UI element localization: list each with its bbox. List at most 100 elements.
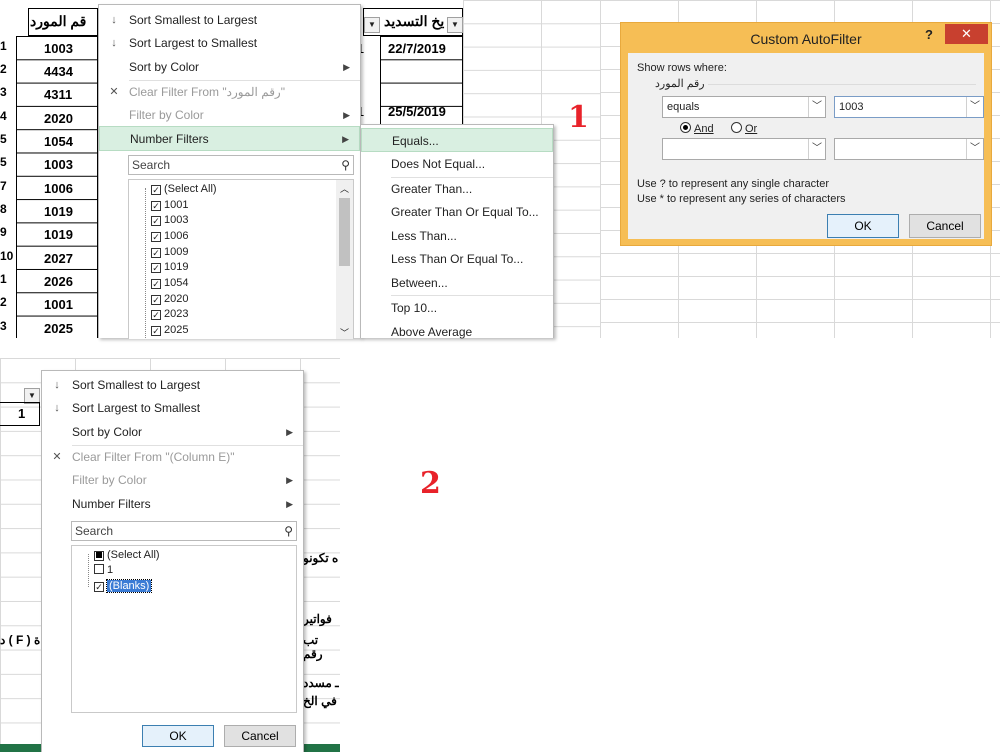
radio-unselected[interactable] bbox=[731, 122, 742, 133]
search-placeholder: Search bbox=[132, 158, 171, 172]
greater-equal-item[interactable]: Greater Than Or Equal To... bbox=[361, 200, 553, 224]
checkbox[interactable] bbox=[94, 564, 104, 574]
ok-button[interactable]: OK bbox=[142, 725, 214, 747]
filter-dropdown-button-date[interactable]: ▼ bbox=[447, 17, 463, 33]
search-input[interactable]: Search ⚲ bbox=[71, 521, 297, 541]
list-item-label: (Select All) bbox=[164, 183, 217, 195]
row-number: 2 bbox=[0, 295, 7, 309]
checkbox[interactable]: ✓ bbox=[151, 263, 161, 273]
list-item[interactable]: ✓ 1009 bbox=[151, 245, 188, 261]
list-item[interactable]: 1 bbox=[94, 563, 113, 579]
checkbox[interactable]: ✓ bbox=[151, 201, 161, 211]
arabic-fragment: فواتير bbox=[303, 612, 332, 626]
close-button[interactable]: ✕ bbox=[945, 24, 988, 44]
sort-ascending-item[interactable]: ↓ Sort Smallest to Largest bbox=[42, 373, 303, 397]
list-item-label: 1 bbox=[107, 564, 114, 576]
or-radio[interactable]: Or bbox=[731, 122, 757, 135]
number-filters-label: Number Filters bbox=[130, 132, 209, 146]
filter-dropdown-button-left[interactable]: ▼ bbox=[364, 17, 380, 33]
row-number: 9 bbox=[0, 225, 7, 239]
list-item[interactable]: ✓ 2023 bbox=[151, 307, 188, 323]
sort-descending-item[interactable]: ↓ Sort Largest to Smallest bbox=[99, 31, 360, 55]
filter-by-color-item[interactable]: Filter by Color ▶ bbox=[99, 103, 360, 127]
operator-2-select[interactable]: ﹀ bbox=[662, 138, 826, 160]
row-number: 5 bbox=[0, 132, 7, 146]
checkbox[interactable]: ✓ bbox=[151, 279, 161, 289]
and-radio[interactable]: And bbox=[680, 122, 714, 135]
checkbox[interactable]: ✓ bbox=[151, 185, 161, 195]
list-item-label: 1054 bbox=[164, 277, 189, 289]
scroll-thumb[interactable] bbox=[339, 198, 350, 266]
row-number: 2 bbox=[0, 62, 7, 76]
checkbox[interactable]: ✓ bbox=[151, 232, 161, 242]
list-item[interactable]: ✓ (Blanks) bbox=[94, 579, 153, 595]
equals-item[interactable]: Equals... bbox=[361, 128, 553, 152]
number-filters-label: Number Filters bbox=[72, 497, 151, 511]
clear-filter-item[interactable]: ✕ Clear Filter From "(Column E)" bbox=[42, 445, 303, 469]
sort-ascending-item[interactable]: ↓ Sort Smallest to Largest bbox=[99, 8, 360, 32]
checkbox[interactable]: ✓ bbox=[151, 310, 161, 320]
sort-by-color-item[interactable]: Sort by Color ▶ bbox=[42, 420, 303, 444]
radio-selected[interactable] bbox=[680, 122, 691, 133]
chevron-down-icon[interactable]: ﹀ bbox=[966, 97, 983, 117]
help-button[interactable]: ? bbox=[925, 27, 933, 42]
sort-descending-item[interactable]: ↓ Sort Largest to Smallest bbox=[42, 396, 303, 420]
sort-desc-icon: ↓ bbox=[111, 37, 117, 49]
checkbox[interactable]: ✓ bbox=[151, 326, 161, 336]
not-equal-item[interactable]: Does Not Equal... bbox=[361, 152, 553, 176]
number-filters-item[interactable]: Number Filters ▶ bbox=[99, 126, 360, 151]
less-than-item[interactable]: Less Than... bbox=[361, 224, 553, 248]
greater-than-item[interactable]: Greater Than... bbox=[361, 177, 553, 201]
sort-desc-label: Sort Largest to Smallest bbox=[72, 401, 201, 415]
chevron-down-icon[interactable]: ﹀ bbox=[808, 139, 825, 159]
list-item[interactable]: ✓ (Select All) bbox=[151, 182, 217, 198]
list-item[interactable]: ✓ 1006 bbox=[151, 229, 188, 245]
sort-asc-icon: ↓ bbox=[54, 379, 60, 391]
list-item[interactable]: ✓ 1019 bbox=[151, 260, 188, 276]
checkbox[interactable]: ✓ bbox=[94, 582, 104, 592]
less-than-label: Less Than... bbox=[391, 229, 457, 243]
chevron-down-icon[interactable]: ﹀ bbox=[808, 97, 825, 117]
list-item[interactable]: ✓ 1001 bbox=[151, 198, 188, 214]
cancel-button[interactable]: Cancel bbox=[224, 725, 296, 747]
number-filters-item[interactable]: Number Filters ▶ bbox=[42, 492, 303, 516]
value-2-input[interactable]: ﹀ bbox=[834, 138, 984, 160]
scroll-down-icon[interactable]: ﹀ bbox=[340, 326, 349, 339]
list-item[interactable]: ✓ 2025 bbox=[151, 323, 188, 339]
clear-filter-label: Clear Filter From "(Column E)" bbox=[72, 450, 235, 464]
show-rows-label: Show rows where: bbox=[637, 62, 727, 74]
tree-line bbox=[88, 554, 89, 587]
supplier-value: 2020 bbox=[44, 111, 73, 126]
clear-filter-item[interactable]: ✕ Clear Filter From "رقم المورد" bbox=[99, 80, 360, 104]
chevron-right-icon: ▶ bbox=[343, 62, 350, 72]
list-item[interactable]: ✓ 1054 bbox=[151, 276, 188, 292]
sort-by-color-item[interactable]: Sort by Color ▶ bbox=[99, 55, 360, 79]
cancel-button[interactable]: Cancel bbox=[909, 214, 981, 238]
value-1-input[interactable]: 1003 ﹀ bbox=[834, 96, 984, 118]
checkbox-partial[interactable] bbox=[94, 551, 104, 561]
between-item[interactable]: Between... bbox=[361, 271, 553, 295]
top-10-item[interactable]: Top 10... bbox=[361, 296, 553, 320]
top-10-label: Top 10... bbox=[391, 301, 438, 315]
filter-by-color-item[interactable]: Filter by Color ▶ bbox=[42, 468, 303, 492]
list-item[interactable]: (Select All) bbox=[94, 548, 160, 564]
supplier-value: 2027 bbox=[44, 251, 73, 266]
row-number: 3 bbox=[0, 85, 7, 99]
less-equal-item[interactable]: Less Than Or Equal To... bbox=[361, 247, 553, 271]
operator-1-select[interactable]: equals ﹀ bbox=[662, 96, 826, 118]
ok-button[interactable]: OK bbox=[827, 214, 899, 238]
above-average-item[interactable]: Above Average bbox=[361, 320, 553, 344]
supplier-value: 1003 bbox=[44, 41, 73, 56]
list-item[interactable]: ✓ 1003 bbox=[151, 213, 188, 229]
list-item[interactable]: ✓ 2020 bbox=[151, 292, 188, 308]
checkbox[interactable]: ✓ bbox=[151, 295, 161, 305]
search-input[interactable]: Search ⚲ bbox=[128, 155, 354, 175]
operator-1-value: equals bbox=[667, 101, 700, 113]
list-item-label: 1009 bbox=[164, 246, 189, 258]
checkbox[interactable]: ✓ bbox=[151, 248, 161, 258]
checkbox[interactable]: ✓ bbox=[151, 216, 161, 226]
scrollbar[interactable]: ︿ ﹀ bbox=[336, 180, 353, 339]
value-list: (Select All) 1 ✓ (Blanks) bbox=[71, 545, 297, 713]
scroll-up-icon[interactable]: ︿ bbox=[340, 182, 349, 195]
chevron-down-icon[interactable]: ﹀ bbox=[966, 139, 983, 159]
